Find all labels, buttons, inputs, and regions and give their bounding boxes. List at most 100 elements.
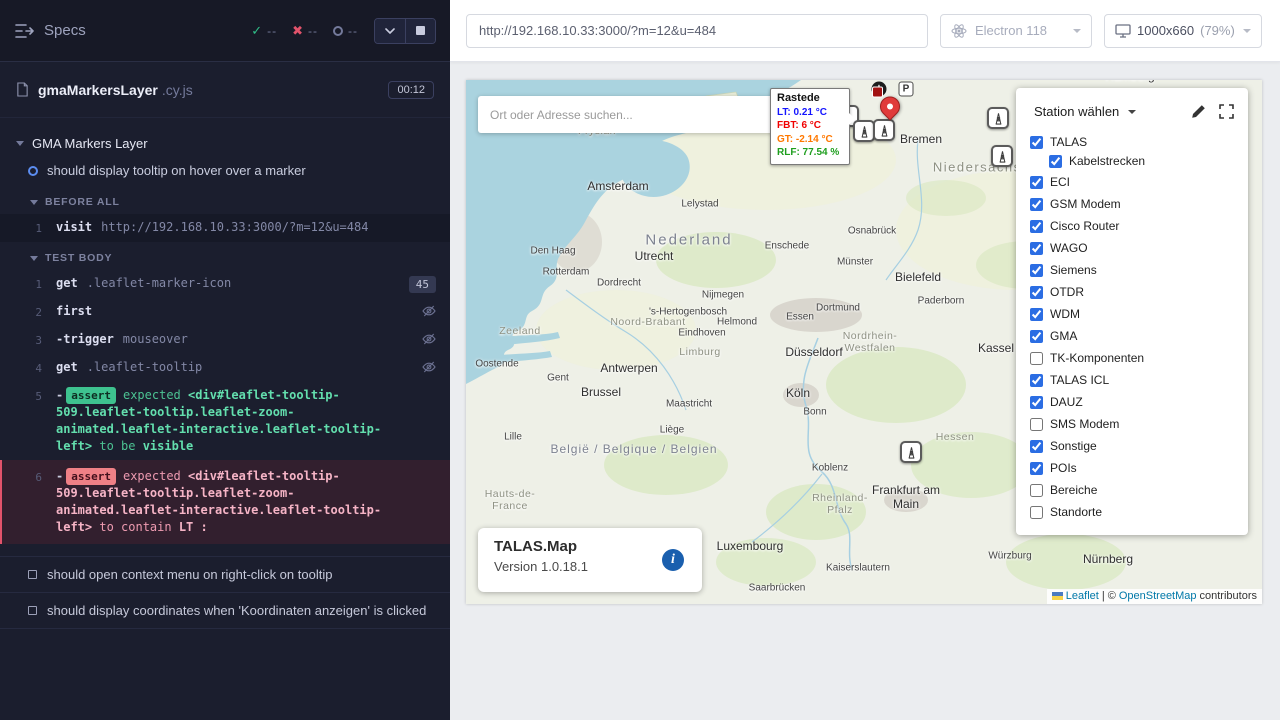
station-filter-item[interactable]: TALAS: [1030, 131, 1234, 153]
station-checkbox[interactable]: [1030, 286, 1043, 299]
suite-row[interactable]: GMA Markers Layer: [0, 126, 450, 159]
station-filter-item[interactable]: Kabelstrecken: [1049, 153, 1234, 169]
test-row-collapsed[interactable]: should open context menu on right-click …: [0, 556, 450, 592]
hook-before-all[interactable]: BEFORE ALL: [0, 186, 450, 214]
station-filter-panel: Station wählen TALASKabelstrecken ECI GSM …: [1016, 88, 1248, 535]
station-filter-item[interactable]: Siemens: [1030, 259, 1234, 281]
hook-test-body[interactable]: TEST BODY: [0, 242, 450, 270]
station-filter-item[interactable]: GSM Modem: [1030, 193, 1234, 215]
alarm-pin-marker[interactable]: [878, 94, 902, 124]
station-checkbox[interactable]: [1030, 308, 1043, 321]
station-filter-item[interactable]: Sonstige: [1030, 435, 1234, 457]
leaflet-map[interactable]: HamburgBremenGroningenLeeuwardenAmsterda…: [466, 80, 1262, 604]
command-row[interactable]: 5-assertexpected <div#leaflet-tooltip-50…: [0, 382, 450, 460]
failed-x-icon: [292, 24, 303, 37]
url-input[interactable]: [466, 14, 928, 48]
station-filter-item[interactable]: WDM: [1030, 303, 1234, 325]
test-pending-icon: [28, 570, 37, 579]
command-row[interactable]: 6-assertexpected <div#leaflet-tooltip-50…: [0, 460, 450, 544]
command-method: first: [56, 304, 92, 318]
spec-file-row[interactable]: gmaMarkersLayer .cy.js 00:12: [0, 62, 450, 118]
station-filter-item[interactable]: TALAS ICL: [1030, 369, 1234, 391]
map-attribution: Leaflet | © OpenStreetMap contributors: [1047, 589, 1262, 604]
station-checkbox[interactable]: [1030, 462, 1043, 475]
station-label: DAUZ: [1050, 395, 1083, 409]
station-checkbox[interactable]: [1030, 418, 1043, 431]
station-filter-item[interactable]: GMA: [1030, 325, 1234, 347]
station-panel-header: Station wählen: [1016, 94, 1248, 131]
collapse-all-button[interactable]: [375, 19, 405, 43]
command-message: mouseover: [123, 332, 188, 346]
tooltip-measurement: GT: -2.14 °C: [777, 133, 843, 147]
command-row[interactable]: 4get.leaflet-tooltip: [0, 354, 450, 382]
station-checkbox[interactable]: [1030, 264, 1043, 277]
station-filter-item[interactable]: ECI: [1030, 171, 1234, 193]
search-input[interactable]: [490, 108, 762, 122]
test-row-active[interactable]: should display tooltip on hover over a m…: [0, 159, 450, 186]
map-search-box: [478, 96, 774, 133]
station-label: Cisco Router: [1050, 219, 1119, 233]
station-marker-icon[interactable]: [987, 107, 1009, 129]
command-row[interactable]: 1get.leaflet-marker-icon45: [0, 270, 450, 298]
station-checkbox[interactable]: [1030, 220, 1043, 233]
leaflet-link[interactable]: Leaflet: [1066, 590, 1099, 602]
station-dropdown[interactable]: Station wählen: [1034, 104, 1136, 119]
assert-badge: assert: [66, 387, 116, 404]
command-number: 5: [0, 387, 56, 405]
info-icon[interactable]: [662, 549, 684, 571]
station-tower-icon: [992, 112, 1005, 125]
station-checkbox[interactable]: [1030, 440, 1043, 453]
station-marker-icon[interactable]: [900, 441, 922, 463]
station-marker-icon[interactable]: [853, 120, 875, 142]
browser-select[interactable]: Electron 118: [940, 14, 1092, 48]
stop-run-button[interactable]: [405, 19, 435, 43]
command-content: get.leaflet-marker-icon: [56, 275, 409, 292]
command-row[interactable]: 1visithttp://192.168.10.33:3000/?m=12&u=…: [0, 214, 450, 242]
test-pending-icon: [28, 606, 37, 615]
station-filter-item[interactable]: TK-Komponenten: [1030, 347, 1234, 369]
station-checkbox[interactable]: [1030, 396, 1043, 409]
station-checkbox[interactable]: [1030, 242, 1043, 255]
pending-count: --: [348, 24, 358, 38]
test-title: should display tooltip on hover over a m…: [47, 163, 306, 178]
station-checkbox[interactable]: [1030, 506, 1043, 519]
command-message: http://192.168.10.33:3000/?m=12&u=484: [101, 220, 368, 234]
station-checkbox[interactable]: [1030, 352, 1043, 365]
osm-link[interactable]: OpenStreetMap: [1119, 590, 1197, 602]
station-marker-icon[interactable]: [991, 145, 1013, 167]
station-filter-item[interactable]: Bereiche: [1030, 479, 1234, 501]
station-checkbox[interactable]: [1030, 198, 1043, 211]
failed-count: --: [308, 24, 318, 38]
edit-button[interactable]: [1191, 104, 1206, 119]
station-filter-item[interactable]: WAGO: [1030, 237, 1234, 259]
station-checkbox[interactable]: [1049, 155, 1062, 168]
collapsed-tests: should open context menu on right-click …: [0, 556, 450, 629]
station-checkbox[interactable]: [1030, 330, 1043, 343]
station-filter-item[interactable]: Cisco Router: [1030, 215, 1234, 237]
command-content: -triggermouseover: [56, 331, 422, 348]
app-root: Specs -- -- -- gmaMarkersLayer .cy.js 00…: [0, 0, 1280, 720]
station-checkbox[interactable]: [1030, 374, 1043, 387]
marker-tooltip[interactable]: Rastede LT: 0.21 °CFBT: 6 °CGT: -2.14 °C…: [770, 88, 850, 165]
test-row-collapsed[interactable]: should display coordinates when 'Koordin…: [0, 592, 450, 628]
station-checkbox[interactable]: [1030, 136, 1043, 149]
station-filter-item[interactable]: SMS Modem: [1030, 413, 1234, 435]
station-tower-icon: [996, 150, 1009, 163]
station-filter-item[interactable]: OTDR: [1030, 281, 1234, 303]
station-filter-item[interactable]: POIs: [1030, 457, 1234, 479]
viewport-control[interactable]: 1000x660 (79%): [1104, 14, 1262, 48]
station-filter-item[interactable]: DAUZ: [1030, 391, 1234, 413]
station-label: ECI: [1050, 175, 1070, 189]
command-number: 1: [0, 219, 56, 237]
station-filter-item[interactable]: Standorte: [1030, 501, 1234, 523]
command-number: 4: [0, 359, 56, 377]
tooltip-measurements: LT: 0.21 °CFBT: 6 °CGT: -2.14 °CRLF: 77.…: [777, 106, 843, 160]
attribution-suffix: contributors: [1200, 590, 1257, 602]
station-checkbox[interactable]: [1030, 176, 1043, 189]
sidebar-toggle-button[interactable]: [14, 23, 34, 39]
station-checkbox[interactable]: [1030, 484, 1043, 497]
fullscreen-button[interactable]: [1219, 104, 1234, 119]
element-count-badge: 45: [409, 276, 436, 293]
command-row[interactable]: 3-triggermouseover: [0, 326, 450, 354]
command-row[interactable]: 2first: [0, 298, 450, 326]
